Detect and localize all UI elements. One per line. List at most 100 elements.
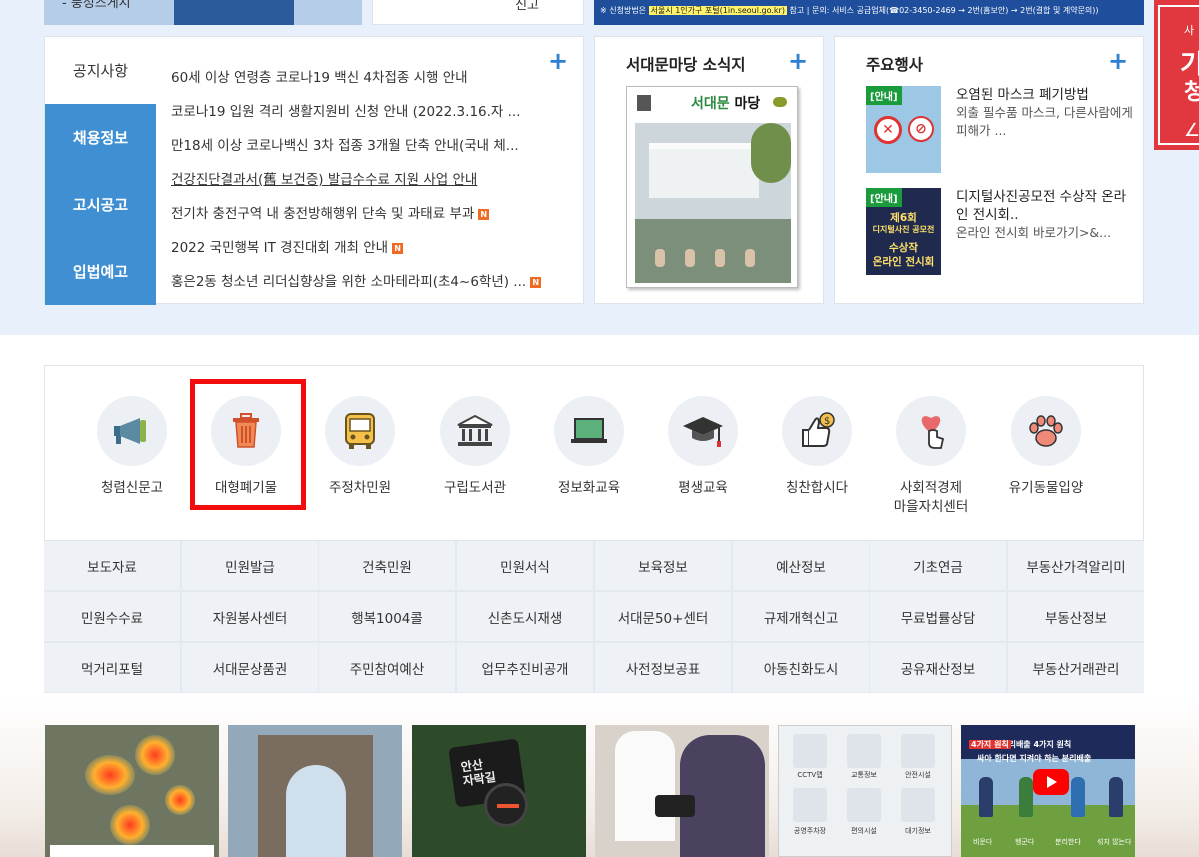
tile-label: 공영주차장 <box>793 827 827 835</box>
link-grid-item[interactable]: 업무추진비공개 <box>457 643 593 692</box>
side-promo-banner[interactable]: 사 기 청 ∠ <box>1154 0 1199 150</box>
quick-item-library[interactable]: 구립도서관 <box>420 396 530 498</box>
quick-item-lifelong-learning[interactable]: 평생교육 <box>648 396 758 498</box>
side-banner-line1: 사 <box>1184 24 1195 37</box>
thumbs-up-icon: $ <box>782 396 852 466</box>
event-desc: 온라인 전시회 바로가기>&... <box>956 225 1112 240</box>
thumbnail-ansan-trail[interactable]: 안산 자락길 <box>412 725 586 857</box>
event-thumbnail: ✕ ⊘ [안내] <box>866 86 941 173</box>
quick-item-label: 칭찬합시다 <box>785 480 849 496</box>
link-grid-item[interactable]: 규제개혁신고 <box>733 592 869 641</box>
tile-label: 교통정보 <box>851 771 877 779</box>
top-banner-mid[interactable]: 신고 <box>372 0 584 25</box>
magazine-cover[interactable]: 서대문 마당 <box>626 86 798 288</box>
link-grid-item[interactable]: 아동친화도시 <box>733 643 869 692</box>
link-grid: 보도자료 민원발급 건축민원 민원서식 보육정보 예산정보 기초연금 부동산가격알리미민원수수… <box>44 541 1144 693</box>
link-grid-item[interactable]: 민원수수료 <box>44 592 180 641</box>
link-grid-item[interactable]: 신촌도시재생 <box>457 592 593 641</box>
link-grid-item[interactable]: 서대문상품권 <box>182 643 318 692</box>
link-grid-item[interactable]: 민원발급 <box>182 541 318 590</box>
tab-recruitment[interactable]: 채용정보 <box>45 104 156 171</box>
quick-item-clean-report[interactable]: 청렴신문고 <box>77 396 187 498</box>
event-item[interactable]: [안내] 제6회 디지털사진 공모전 수상작 온라인 전시회 디지털사진공모전 … <box>866 188 1141 278</box>
events-title: 주요행사 <box>866 56 924 74</box>
list-item[interactable]: 만18세 이상 코로나백신 3차 접종 3개월 단축 안내(국내 체... <box>171 135 556 169</box>
direction-arrow-icon <box>484 783 528 827</box>
tab-legislation[interactable]: 입법예고 <box>45 238 156 305</box>
event-badge: [안내] <box>866 188 902 207</box>
new-badge: N <box>392 242 404 254</box>
tab-notices[interactable]: 공지사항 <box>45 37 156 104</box>
cover-photo-class <box>635 219 791 283</box>
new-badge: N <box>478 208 490 220</box>
list-item[interactable]: 건강진단결과서(舊 보건증) 발급수수료 지원 사업 안내 <box>171 169 556 203</box>
magazine-more-plus-icon[interactable]: + <box>788 49 808 73</box>
new-badge: N <box>530 276 542 288</box>
list-item[interactable]: 코로나19 입원 격리 생활지원비 신청 안내 (2022.3.16.자 ... <box>171 101 556 135</box>
notice-panel: 공지사항 채용정보 고시공고 입법예고 60세 이상 연령층 코로나19 백신 … <box>44 36 584 305</box>
notice-item-text: 전기차 충전구역 내 충전방해행위 단속 및 과태료 부과 <box>171 206 475 222</box>
link-grid-item[interactable]: 기초연금 <box>870 541 1006 590</box>
link-grid-item[interactable]: 무료법률상담 <box>870 592 1006 641</box>
top-banner-notice[interactable]: ※ 신청방법은 서울시 1인가구 포털(1in.seoul.go.kr) 참고 … <box>594 0 1144 25</box>
magazine-title: 서대문마당 소식지 <box>626 56 746 74</box>
thumb-text: 제6회 <box>890 212 917 224</box>
top-banner-left[interactable]: - 풍성즈게시 <box>44 0 362 25</box>
link-grid-item[interactable]: 공유재산정보 <box>870 643 1006 692</box>
thumbnail-recycling-video[interactable]: 서대문구 분리배출 4가지 원칙 싸아 한다면 지켜야 하는 분리배출 4가지 … <box>961 725 1135 857</box>
link-grid-item[interactable]: 사전정보공표 <box>595 643 731 692</box>
event-item[interactable]: ✕ ⊘ [안내] 오염된 마스크 폐기방법 외출 필수품 마스크, 다른사람에게… <box>866 86 1141 176</box>
list-item[interactable]: 홍은2동 청소년 리더십향상을 위한 소마테라피(초4~6학년) ... N <box>171 271 556 305</box>
notice-item-text: 건강진단결과서(舊 보건증) 발급수수료 지원 사업 안내 <box>171 172 478 188</box>
quick-item-praise[interactable]: $ 칭찬합시다 <box>762 396 872 498</box>
tile-label: 대기정보 <box>905 827 931 835</box>
link-grid-item[interactable]: 보육정보 <box>595 541 731 590</box>
list-item[interactable]: 60세 이상 연령층 코로나19 백신 4차접종 시행 안내 <box>171 67 556 101</box>
thumb-text: 온라인 전시회 <box>872 256 935 268</box>
link-grid-item[interactable]: 예산정보 <box>733 541 869 590</box>
link-grid-item[interactable]: 건축민원 <box>319 541 455 590</box>
notice-item-text: 홍은2동 청소년 리더십향상을 위한 소마테라피(초4~6학년) ... <box>171 274 527 290</box>
qr-icon <box>637 95 651 111</box>
link-grid-item[interactable]: 먹거리포털 <box>44 643 180 692</box>
quick-item-label: 구립도서관 <box>443 480 507 496</box>
quick-item-pet-adoption[interactable]: 유기동물입양 <box>991 396 1101 498</box>
quick-item-social-economy[interactable]: 사회적경제 마을자치센터 <box>876 396 986 517</box>
link-grid-item[interactable]: 부동산가격알리미 <box>1008 541 1144 590</box>
top-banner-photo <box>174 0 294 25</box>
top-banner-left-text: - 풍성즈게시 <box>62 0 131 11</box>
thumbnail-heatmap[interactable] <box>45 725 219 857</box>
thumbnail-health-checkup[interactable] <box>595 725 769 857</box>
library-building-icon <box>440 396 510 466</box>
notice-prefix: ※ 신청방법은 <box>600 6 647 15</box>
tile-label: CCTV맵 <box>797 771 823 779</box>
notice-more-plus-icon[interactable]: + <box>548 49 568 73</box>
tab-announcements[interactable]: 고시공고 <box>45 171 156 238</box>
link-grid-item[interactable]: 부동산거래관리 <box>1008 643 1144 692</box>
video-caption: 헹군다 <box>1015 838 1035 846</box>
graduation-cap-icon <box>668 396 738 466</box>
notice-item-text: 만18세 이상 코로나백신 3차 접종 3개월 단축 안내(국내 체... <box>171 138 519 154</box>
play-button-icon[interactable] <box>1033 769 1069 795</box>
notice-item-text: 코로나19 입원 격리 생활지원비 신청 안내 (2022.3.16.자 ... <box>171 104 521 120</box>
quick-item-parking[interactable]: 주정차민원 <box>305 396 415 498</box>
list-item[interactable]: 2022 국민행복 IT 경진대회 개최 안내 N <box>171 237 556 271</box>
link-grid-item[interactable]: 민원서식 <box>457 541 593 590</box>
quick-item-label: 평생교육 <box>678 480 728 496</box>
link-grid-item[interactable]: 서대문50+센터 <box>595 592 731 641</box>
link-grid-item[interactable]: 행복1004콜 <box>319 592 455 641</box>
bus-icon <box>325 396 395 466</box>
link-grid-item[interactable]: 자원봉사센터 <box>182 592 318 641</box>
quick-item-label: 유기동물입양 <box>1008 480 1084 496</box>
thumbnail-map-services[interactable]: CCTV맵 교통정보 안전시설 공영주차장 편의시설 대기정보 <box>778 725 952 857</box>
link-grid-item[interactable]: 주민참여예산 <box>319 643 455 692</box>
link-grid-item[interactable]: 부동산정보 <box>1008 592 1144 641</box>
quick-item-it-education[interactable]: 정보화교육 <box>534 396 644 498</box>
list-item[interactable]: 전기차 충전구역 내 충전방해행위 단속 및 과태료 부과 N <box>171 203 556 237</box>
link-grid-item[interactable]: 보도자료 <box>44 541 180 590</box>
tile-label: 편의시설 <box>851 827 877 835</box>
thumbnail-independence-gate[interactable] <box>228 725 402 857</box>
side-banner-line3: 청 <box>1184 80 1199 105</box>
magazine-cover-title: 서대문 마당 <box>691 96 761 112</box>
events-more-plus-icon[interactable]: + <box>1108 49 1128 73</box>
